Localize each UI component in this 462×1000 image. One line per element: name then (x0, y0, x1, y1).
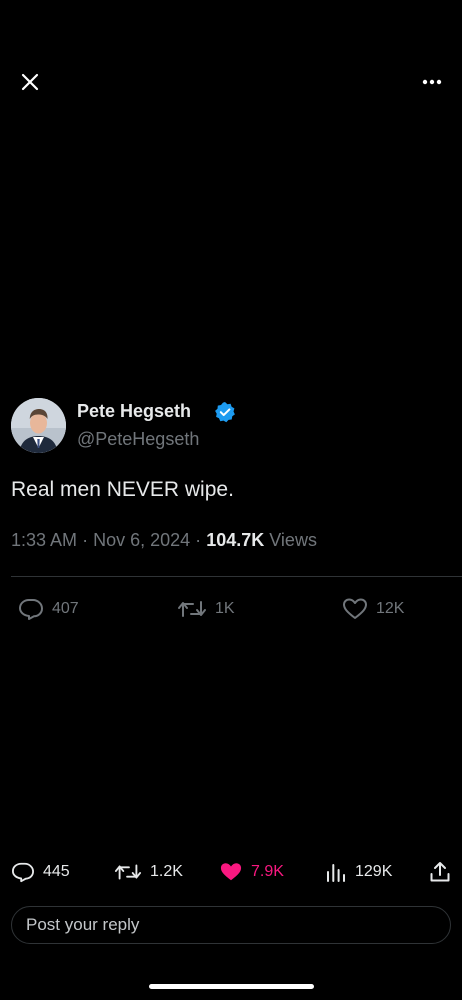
reply-icon (19, 599, 43, 620)
reply-count: 407 (52, 600, 79, 617)
close-button[interactable] (14, 66, 46, 98)
reply-placeholder: Post your reply (26, 915, 140, 934)
tweet-text: Real men NEVER wipe. (11, 478, 234, 501)
share-icon (430, 862, 450, 882)
close-icon (21, 73, 39, 91)
reply-button[interactable]: 445 (11, 859, 70, 885)
heart-icon (343, 598, 367, 619)
meta-separator: · (195, 530, 202, 550)
share-button[interactable] (426, 858, 454, 886)
inner-like-button[interactable]: 12K (342, 596, 404, 622)
like-count: 12K (376, 600, 405, 617)
views-count-bottom: 129K (355, 863, 393, 880)
retweet-button[interactable]: 1.2K (114, 859, 183, 885)
inner-reply-button[interactable]: 407 (18, 596, 79, 622)
views-label: Views (269, 530, 317, 550)
bar-chart-icon (327, 864, 345, 882)
reply-count: 445 (43, 863, 70, 880)
home-indicator (149, 984, 314, 989)
retweet-icon (114, 864, 142, 880)
tweet-meta: 1:33 AM · Nov 6, 2024 · 104.7K Views (11, 530, 317, 551)
retweet-icon (178, 601, 206, 617)
reply-input[interactable]: Post your reply (11, 906, 451, 944)
avatar-image (11, 398, 66, 453)
verified-badge-icon (214, 401, 236, 423)
avatar[interactable] (11, 398, 66, 453)
author-handle[interactable]: @PeteHegseth (77, 429, 199, 450)
like-button[interactable]: 7.9K (219, 859, 284, 885)
retweet-count: 1K (215, 600, 235, 617)
author-name[interactable]: Pete Hegseth (77, 401, 191, 422)
meta-separator: · (82, 530, 89, 550)
reply-icon (12, 862, 34, 883)
heart-filled-icon (220, 863, 242, 881)
more-horizontal-icon (422, 79, 442, 85)
tweet-time[interactable]: 1:33 AM (11, 530, 77, 550)
retweet-count: 1.2K (150, 863, 183, 880)
views-button[interactable]: 129K (325, 859, 392, 885)
more-options-button[interactable] (416, 66, 448, 98)
views-count: 104.7K (206, 530, 265, 550)
inner-retweet-button[interactable]: 1K (177, 596, 235, 622)
like-count: 7.9K (251, 863, 284, 880)
divider (11, 576, 462, 577)
tweet-date[interactable]: Nov 6, 2024 (93, 530, 190, 550)
